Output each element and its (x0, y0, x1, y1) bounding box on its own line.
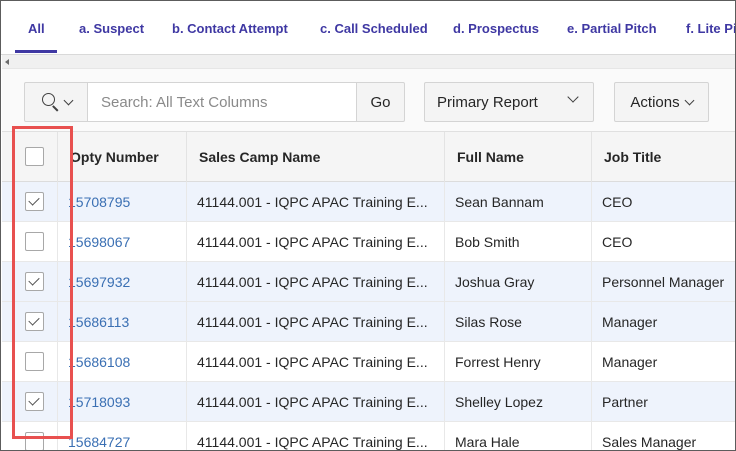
go-button[interactable]: Go (356, 82, 405, 122)
job-title-cell: Personnel Manager (602, 274, 725, 290)
sales-camp-name-cell: 41144.001 - IQPC APAC Training E... (187, 182, 445, 222)
row-checkbox[interactable] (25, 232, 44, 251)
full-name-cell: Sean Bannam (445, 182, 592, 222)
job-title-cell: Partner (602, 394, 648, 410)
opty-number-link[interactable]: 15684727 (58, 422, 187, 450)
sales-camp-name-cell: 41144.001 - IQPC APAC Training E... (187, 342, 445, 382)
chevron-down-icon (684, 95, 695, 105)
tab-strip: All a. Suspect b. Contact Attempt c. Cal… (1, 1, 735, 55)
report-toolbar: Go Primary Report Actions (2, 69, 735, 132)
table-row[interactable]: 15708795 41144.001 - IQPC APAC Training E… (2, 182, 735, 222)
full-name-cell: Bob Smith (445, 222, 592, 262)
tab-prospectus[interactable]: d. Prospectus (453, 21, 539, 36)
magnifier-icon (41, 92, 61, 112)
opty-number-link[interactable]: 15698067 (58, 222, 187, 262)
sales-camp-name-cell: 41144.001 - IQPC APAC Training E... (187, 422, 445, 450)
table-row[interactable]: 15686113 41144.001 - IQPC APAC Training E… (2, 302, 735, 342)
column-header-opty-number[interactable]: Opty Number (58, 132, 187, 182)
job-title-cell: Manager (602, 354, 658, 370)
chevron-down-icon (567, 91, 579, 103)
table-row[interactable]: 15697932 41144.001 - IQPC APAC Training E… (2, 262, 735, 302)
row-select-cell (2, 422, 58, 450)
row-checkbox[interactable] (25, 352, 44, 371)
row-checkbox[interactable] (25, 312, 44, 331)
opty-number-link[interactable]: 15708795 (58, 182, 187, 222)
sales-camp-name-cell: 41144.001 - IQPC APAC Training E... (187, 382, 445, 422)
job-title-cell: CEO (602, 234, 633, 250)
grid-header-row: Opty Number Sales Camp Name Full Name Jo… (2, 132, 735, 182)
full-name-cell: Joshua Gray (445, 262, 592, 302)
search-column-button[interactable] (24, 82, 88, 122)
table-row[interactable]: 15698067 41144.001 - IQPC APAC Training E… (2, 222, 735, 262)
sales-camp-name-cell: 41144.001 - IQPC APAC Training E... (187, 302, 445, 342)
tab-all[interactable]: All (28, 21, 45, 36)
row-checkbox[interactable] (25, 432, 44, 450)
row-select-cell (2, 182, 58, 222)
full-name-cell: Forrest Henry (445, 342, 592, 382)
opty-number-link[interactable]: 15718093 (58, 382, 187, 422)
job-title-cell: CEO (602, 194, 633, 210)
tab-suspect[interactable]: a. Suspect (79, 21, 144, 36)
sales-camp-name-cell: 41144.001 - IQPC APAC Training E... (187, 222, 445, 262)
column-header-full-name[interactable]: Full Name (445, 132, 592, 182)
job-title-cell: Sales Manager (602, 434, 697, 450)
report-select-label: Primary Report (437, 93, 538, 111)
report-window: All a. Suspect b. Contact Attempt c. Cal… (0, 0, 736, 451)
table-row[interactable]: 15684727 41144.001 - IQPC APAC Training E… (2, 422, 735, 450)
row-select-cell (2, 262, 58, 302)
row-select-cell (2, 302, 58, 342)
select-all-checkbox[interactable] (25, 147, 44, 166)
column-header-sales-camp-name[interactable]: Sales Camp Name (187, 132, 445, 182)
full-name-cell: Silas Rose (445, 302, 592, 342)
chevron-down-icon (63, 95, 73, 105)
table-row[interactable]: 15718093 41144.001 - IQPC APAC Training E… (2, 382, 735, 422)
column-header-job-title[interactable]: Job Title (592, 132, 735, 182)
row-checkbox[interactable] (25, 192, 44, 211)
sales-camp-name-cell: 41144.001 - IQPC APAC Training E... (187, 262, 445, 302)
scroll-left-arrow-icon[interactable] (5, 59, 9, 65)
table-row[interactable]: 15686108 41144.001 - IQPC APAC Training E… (2, 342, 735, 382)
row-checkbox[interactable] (25, 392, 44, 411)
row-select-cell (2, 382, 58, 422)
actions-button[interactable]: Actions (614, 82, 709, 122)
report-select[interactable]: Primary Report (424, 82, 594, 122)
active-tab-indicator (15, 50, 57, 53)
tab-call-scheduled[interactable]: c. Call Scheduled (320, 21, 428, 36)
opty-number-link[interactable]: 15686113 (58, 302, 187, 342)
search-input[interactable] (87, 82, 357, 122)
opty-number-link[interactable]: 15686108 (58, 342, 187, 382)
horizontal-scrollbar[interactable] (2, 55, 735, 69)
row-select-cell (2, 342, 58, 382)
tab-lite-pitch[interactable]: f. Lite Pi (686, 21, 735, 36)
row-select-cell (2, 222, 58, 262)
tab-partial-pitch[interactable]: e. Partial Pitch (567, 21, 657, 36)
select-all-header (2, 132, 58, 182)
full-name-cell: Mara Hale (445, 422, 592, 450)
opty-number-link[interactable]: 15697932 (58, 262, 187, 302)
job-title-cell: Manager (602, 314, 658, 330)
tab-contact-attempt[interactable]: b. Contact Attempt (172, 21, 288, 36)
row-checkbox[interactable] (25, 272, 44, 291)
actions-label: Actions (630, 93, 680, 111)
full-name-cell: Shelley Lopez (445, 382, 592, 422)
